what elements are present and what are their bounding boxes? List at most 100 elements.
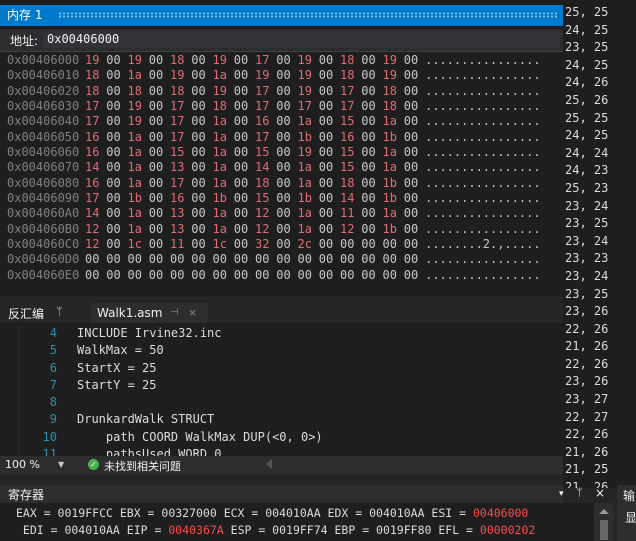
memory-byte[interactable]: 00 <box>106 68 127 83</box>
memory-byte[interactable]: 19 <box>170 68 191 83</box>
memory-byte[interactable]: 00 <box>234 99 255 114</box>
memory-byte[interactable]: 14 <box>340 191 361 206</box>
memory-byte[interactable]: 00 <box>319 145 340 160</box>
memory-byte[interactable]: 00 <box>404 206 425 221</box>
memory-byte[interactable]: 00 <box>276 160 297 175</box>
memory-byte[interactable]: 1c <box>213 237 234 252</box>
memory-byte[interactable]: 00 <box>361 206 382 221</box>
memory-byte[interactable]: 00 <box>191 99 212 114</box>
memory-byte[interactable]: 11 <box>340 206 361 221</box>
memory-byte[interactable]: 17 <box>170 130 191 145</box>
code-line[interactable]: 5 WalkMax = 50 <box>30 342 323 359</box>
memory-byte[interactable]: 00 <box>361 130 382 145</box>
memory-byte[interactable]: 00 <box>106 237 127 252</box>
memory-byte[interactable]: 00 <box>276 222 297 237</box>
memory-byte[interactable]: 1a <box>298 206 319 221</box>
memory-byte[interactable]: 19 <box>128 99 149 114</box>
memory-byte[interactable]: 00 <box>191 145 212 160</box>
memory-byte[interactable]: 00 <box>298 268 319 283</box>
memory-byte[interactable]: 00 <box>149 160 170 175</box>
memory-byte[interactable]: 18 <box>255 176 276 191</box>
memory-byte[interactable]: 15 <box>170 145 191 160</box>
memory-byte[interactable]: 1a <box>213 206 234 221</box>
code-line[interactable]: 8 <box>30 394 323 411</box>
memory-byte[interactable]: 00 <box>255 268 276 283</box>
memory-byte[interactable]: 1b <box>298 191 319 206</box>
memory-byte[interactable]: 00 <box>149 99 170 114</box>
memory-byte[interactable]: 00 <box>361 176 382 191</box>
memory-byte[interactable]: 00 <box>191 130 212 145</box>
memory-byte[interactable]: 00 <box>149 252 170 267</box>
memory-row[interactable]: 0x004060D0 00 00 00 00 00 00 00 00 00 00 00 00 00 00 00… <box>7 252 541 267</box>
memory-byte[interactable]: 1a <box>298 176 319 191</box>
code-line[interactable]: 10 path COORD WalkMax DUP(<0, 0>) <box>30 429 323 446</box>
address-input[interactable] <box>43 31 560 48</box>
memory-byte[interactable]: 00 <box>383 252 404 267</box>
memory-byte[interactable]: 17 <box>85 99 106 114</box>
memory-byte[interactable]: 00 <box>276 268 297 283</box>
memory-byte[interactable]: 18 <box>128 84 149 99</box>
memory-row[interactable]: 0x004060C0 12 00 1c 00 11 00 1c 00 32 00 2c 00 00 00 00… <box>7 237 541 252</box>
memory-byte[interactable]: 00 <box>234 53 255 68</box>
memory-byte[interactable]: 00 <box>149 176 170 191</box>
memory-byte[interactable]: 00 <box>361 114 382 129</box>
memory-byte[interactable]: 19 <box>383 68 404 83</box>
memory-byte[interactable]: 00 <box>276 53 297 68</box>
memory-byte[interactable]: 17 <box>255 84 276 99</box>
memory-byte[interactable]: 19 <box>128 53 149 68</box>
memory-byte[interactable]: 17 <box>170 99 191 114</box>
memory-byte[interactable]: 00 <box>234 84 255 99</box>
memory-byte[interactable]: 00 <box>404 84 425 99</box>
memory-byte[interactable]: 15 <box>255 191 276 206</box>
memory-byte[interactable]: 00 <box>106 252 127 267</box>
memory-byte[interactable]: 00 <box>361 145 382 160</box>
memory-byte[interactable]: 00 <box>404 160 425 175</box>
memory-byte[interactable]: 00 <box>319 114 340 129</box>
memory-byte[interactable]: 00 <box>340 252 361 267</box>
memory-byte[interactable]: 14 <box>255 160 276 175</box>
memory-byte[interactable]: 00 <box>361 191 382 206</box>
issues-status[interactable]: 未找到相关问题 <box>104 458 181 474</box>
pin-icon[interactable]: ᛘ <box>56 305 63 318</box>
memory-byte[interactable]: 00 <box>319 252 340 267</box>
memory-byte[interactable]: 19 <box>298 84 319 99</box>
memory-byte[interactable]: 19 <box>298 53 319 68</box>
memory-byte[interactable]: 1a <box>383 114 404 129</box>
memory-byte[interactable]: 00 <box>276 145 297 160</box>
memory-byte[interactable]: 13 <box>170 206 191 221</box>
memory-byte[interactable]: 00 <box>106 206 127 221</box>
memory-byte[interactable]: 00 <box>404 176 425 191</box>
memory-byte[interactable]: 00 <box>361 160 382 175</box>
memory-byte[interactable]: 1b <box>383 222 404 237</box>
memory-row[interactable]: 0x00406070 14 00 1a 00 13 00 1a 00 14 00 1a 00 15 00 1a… <box>7 160 541 175</box>
memory-byte[interactable]: 00 <box>106 160 127 175</box>
tab-pin-icon[interactable]: ⊣ <box>170 303 179 323</box>
memory-byte[interactable]: 18 <box>383 99 404 114</box>
memory-byte[interactable]: 17 <box>340 99 361 114</box>
memory-byte[interactable]: 00 <box>213 268 234 283</box>
memory-byte[interactable]: 17 <box>340 84 361 99</box>
zoom-select[interactable]: 100 % ▼ <box>5 457 65 472</box>
memory-byte[interactable]: 00 <box>149 130 170 145</box>
memory-byte[interactable]: 00 <box>276 176 297 191</box>
memory-byte[interactable]: 00 <box>191 176 212 191</box>
memory-byte[interactable]: 00 <box>383 268 404 283</box>
memory-byte[interactable]: 00 <box>191 252 212 267</box>
memory-byte[interactable]: 1b <box>383 130 404 145</box>
memory-byte[interactable]: 00 <box>361 84 382 99</box>
memory-byte[interactable]: 1a <box>298 160 319 175</box>
memory-byte[interactable]: 00 <box>234 114 255 129</box>
memory-byte[interactable]: 00 <box>149 68 170 83</box>
memory-byte[interactable]: 00 <box>191 237 212 252</box>
memory-byte[interactable]: 16 <box>85 130 106 145</box>
memory-byte[interactable]: 00 <box>276 68 297 83</box>
memory-byte[interactable]: 18 <box>340 68 361 83</box>
memory-byte[interactable]: 1b <box>128 191 149 206</box>
memory-byte[interactable]: 00 <box>404 145 425 160</box>
memory-byte[interactable]: 1a <box>213 130 234 145</box>
memory-byte[interactable]: 15 <box>340 145 361 160</box>
memory-byte[interactable]: 00 <box>319 268 340 283</box>
memory-byte[interactable]: 00 <box>106 130 127 145</box>
memory-row[interactable]: 0x00406010 18 00 1a 00 19 00 1a 00 19 00 19 00 18 00 19… <box>7 68 541 83</box>
memory-byte[interactable]: 1b <box>383 191 404 206</box>
